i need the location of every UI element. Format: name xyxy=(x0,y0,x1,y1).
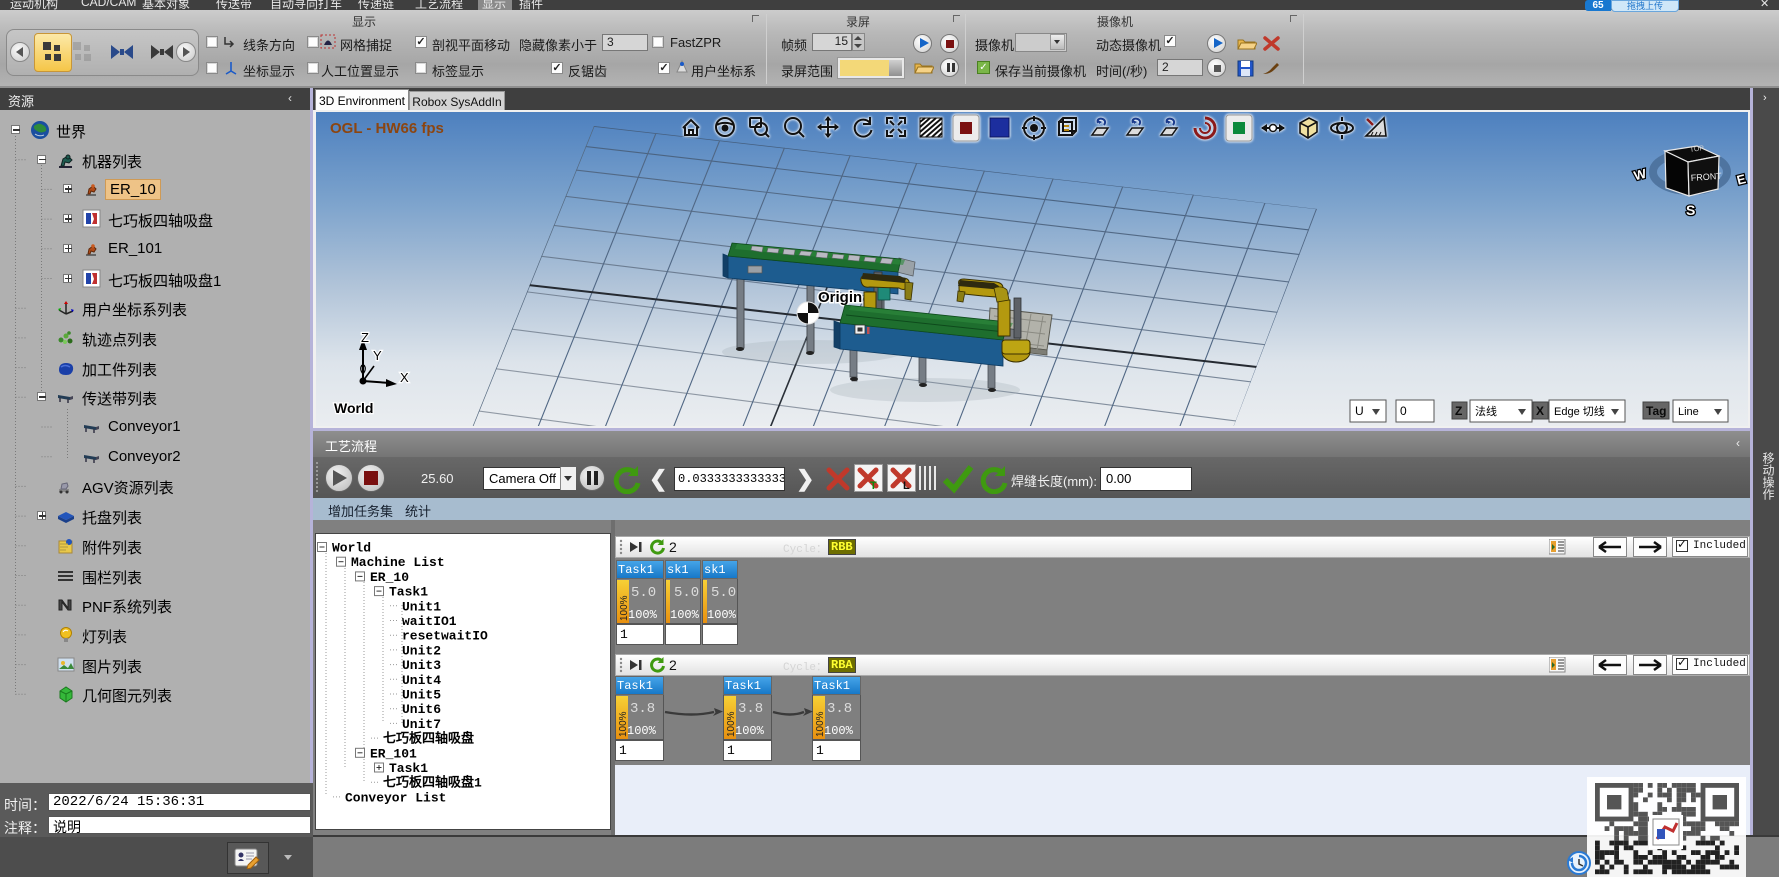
svg-text:Unit3: Unit3 xyxy=(402,658,441,673)
svg-text:Machine List: Machine List xyxy=(351,555,445,570)
svg-text:OGL - HW66 fps: OGL - HW66 fps xyxy=(330,120,444,137)
svg-text:Unit6: Unit6 xyxy=(402,702,441,717)
svg-text:Unit7: Unit7 xyxy=(402,717,441,732)
svg-text:World: World xyxy=(334,400,373,416)
svg-text:waitIO1: waitIO1 xyxy=(402,614,457,629)
svg-text:法线: 法线 xyxy=(1475,404,1497,418)
svg-text:Task1: Task1 xyxy=(389,585,428,600)
svg-text:Task1: Task1 xyxy=(389,761,428,776)
svg-text:S: S xyxy=(1686,202,1695,218)
svg-text:Origin: Origin xyxy=(818,289,862,306)
svg-text:七巧板四轴吸盘1: 七巧板四轴吸盘1 xyxy=(383,775,482,791)
svg-text:X: X xyxy=(400,370,409,385)
svg-text:Z: Z xyxy=(1455,404,1462,418)
svg-text:Z: Z xyxy=(361,330,369,345)
svg-text:ER_10: ER_10 xyxy=(370,570,409,585)
svg-text:Unit4: Unit4 xyxy=(402,673,441,688)
svg-text:Tag: Tag xyxy=(1646,404,1666,418)
svg-text:World: World xyxy=(332,541,371,556)
svg-text:resetwaitIO: resetwaitIO xyxy=(402,629,488,644)
svg-text:T: T xyxy=(870,480,877,490)
svg-text:Unit5: Unit5 xyxy=(402,688,441,703)
svg-text:Line: Line xyxy=(1678,406,1699,418)
svg-text:L: L xyxy=(903,480,910,490)
svg-text:Unit1: Unit1 xyxy=(402,599,441,614)
svg-text:Unit2: Unit2 xyxy=(402,643,441,658)
svg-text:七巧板四轴吸盘: 七巧板四轴吸盘 xyxy=(383,731,474,747)
svg-text:X: X xyxy=(1536,404,1544,418)
svg-text:U: U xyxy=(1355,404,1364,418)
svg-text:ER_101: ER_101 xyxy=(370,746,417,761)
svg-text:Conveyor List: Conveyor List xyxy=(345,790,446,805)
svg-text:0: 0 xyxy=(1400,404,1407,418)
svg-text:Edge 切线: Edge 切线 xyxy=(1554,404,1605,418)
svg-text:Y: Y xyxy=(373,348,382,363)
